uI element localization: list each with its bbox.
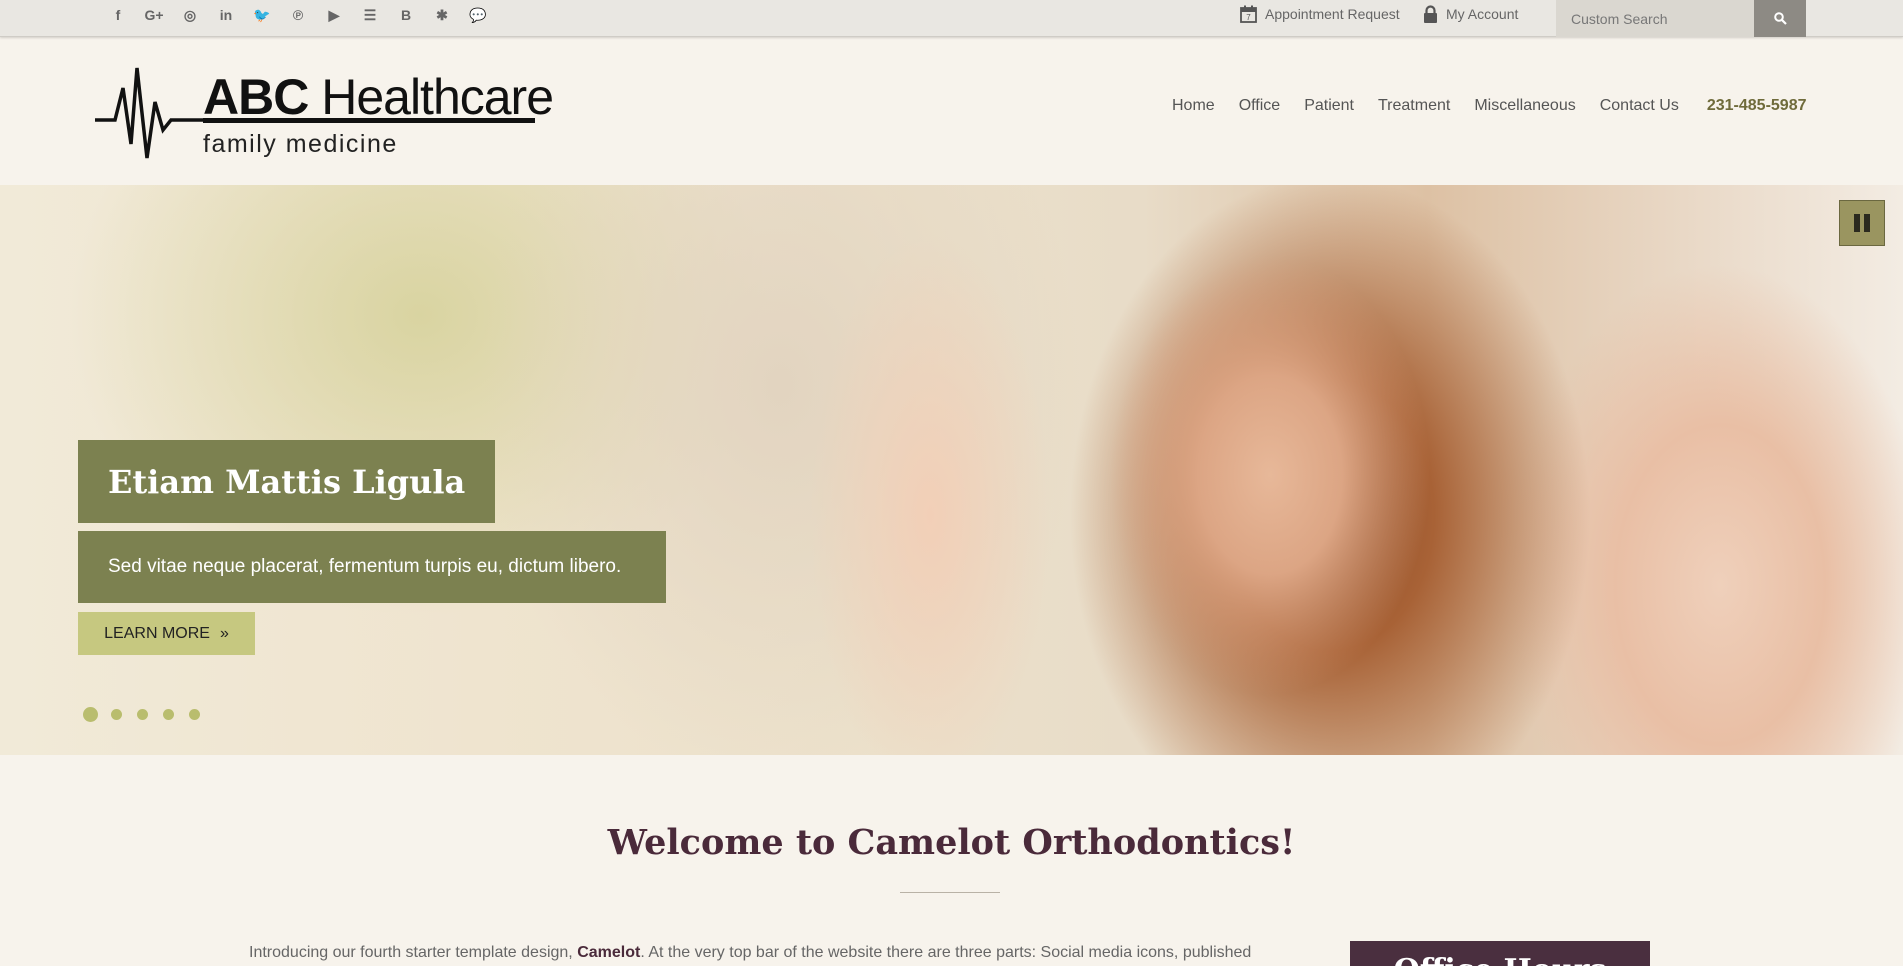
camelot-link[interactable]: Camelot — [577, 944, 640, 961]
slider-dot-5[interactable] — [189, 709, 200, 720]
logo-subtitle: family medicine — [203, 130, 398, 158]
social-icons: f G+ ◎ in 🐦 ℗ ▶ ☰ B ✱ 💬 — [100, 0, 496, 30]
slider-dot-1[interactable] — [83, 707, 98, 722]
my-account-link[interactable]: My Account — [1423, 5, 1518, 23]
linkedin-icon[interactable]: in — [208, 0, 244, 30]
office-hours-heading: Office Hours — [1350, 953, 1650, 966]
nav-home[interactable]: Home — [1172, 97, 1215, 115]
chat-icon[interactable]: 💬 — [460, 0, 496, 30]
rss-icon[interactable]: ☰ — [352, 0, 388, 30]
learn-more-button[interactable]: LEARN MORE » — [78, 612, 255, 655]
slide-title: Etiam Mattis Ligula — [78, 440, 496, 523]
double-chevron-right-icon: » — [219, 624, 229, 642]
search-input[interactable] — [1556, 0, 1754, 37]
facebook-icon[interactable]: f — [100, 0, 136, 30]
yelp-icon[interactable]: ✱ — [424, 0, 460, 30]
my-account-label: My Account — [1446, 6, 1519, 22]
office-hours-panel: Office Hours — [1350, 941, 1650, 966]
slide-caption: Sed vitae neque placerat, fermentum turp… — [78, 531, 666, 603]
pinterest-icon[interactable]: ℗ — [280, 0, 316, 30]
welcome-heading: Welcome to Camelot Orthodontics! — [607, 822, 1296, 863]
phone-number-link[interactable]: 231-485-5987 — [1707, 97, 1807, 115]
slider-dots — [83, 707, 215, 722]
slider-pause-button[interactable] — [1839, 200, 1885, 246]
twitter-icon[interactable]: 🐦 — [244, 0, 280, 30]
instagram-icon[interactable]: ◎ — [172, 0, 208, 30]
pause-icon — [1852, 214, 1872, 232]
search-icon — [1773, 12, 1787, 25]
nav-office[interactable]: Office — [1239, 97, 1281, 115]
logo-underline — [203, 118, 535, 123]
slider-dot-2[interactable] — [111, 709, 122, 720]
main-nav: Home Office Patient Treatment Miscellane… — [1160, 97, 1819, 115]
nav-contact-us[interactable]: Contact Us — [1600, 97, 1679, 115]
heartbeat-icon — [95, 67, 205, 159]
learn-more-label: LEARN MORE — [104, 624, 210, 642]
nav-patient[interactable]: Patient — [1304, 97, 1354, 115]
nav-treatment[interactable]: Treatment — [1378, 97, 1450, 115]
nav-miscellaneous[interactable]: Miscellaneous — [1474, 97, 1575, 115]
site-logo[interactable]: ABC Healthcare family medicine — [95, 58, 554, 163]
intro-paragraph: Introducing our fourth starter template … — [249, 944, 1252, 961]
slider-dot-3[interactable] — [137, 709, 148, 720]
divider — [900, 892, 1000, 893]
blogger-icon[interactable]: B — [388, 0, 424, 30]
svg-text:7: 7 — [1246, 13, 1251, 22]
appointment-request-link[interactable]: 7 Appointment Request — [1240, 5, 1400, 23]
youtube-icon[interactable]: ▶ — [316, 0, 352, 30]
search-button[interactable] — [1754, 0, 1806, 37]
google-plus-icon[interactable]: G+ — [136, 0, 172, 30]
top-bar: f G+ ◎ in 🐦 ℗ ▶ ☰ B ✱ 💬 7 Appointment Request My A… — [0, 0, 1903, 37]
appointment-request-label: Appointment Request — [1265, 6, 1400, 22]
slider-dot-4[interactable] — [163, 709, 174, 720]
calendar-icon: 7 — [1240, 5, 1257, 23]
lock-icon — [1424, 5, 1437, 23]
